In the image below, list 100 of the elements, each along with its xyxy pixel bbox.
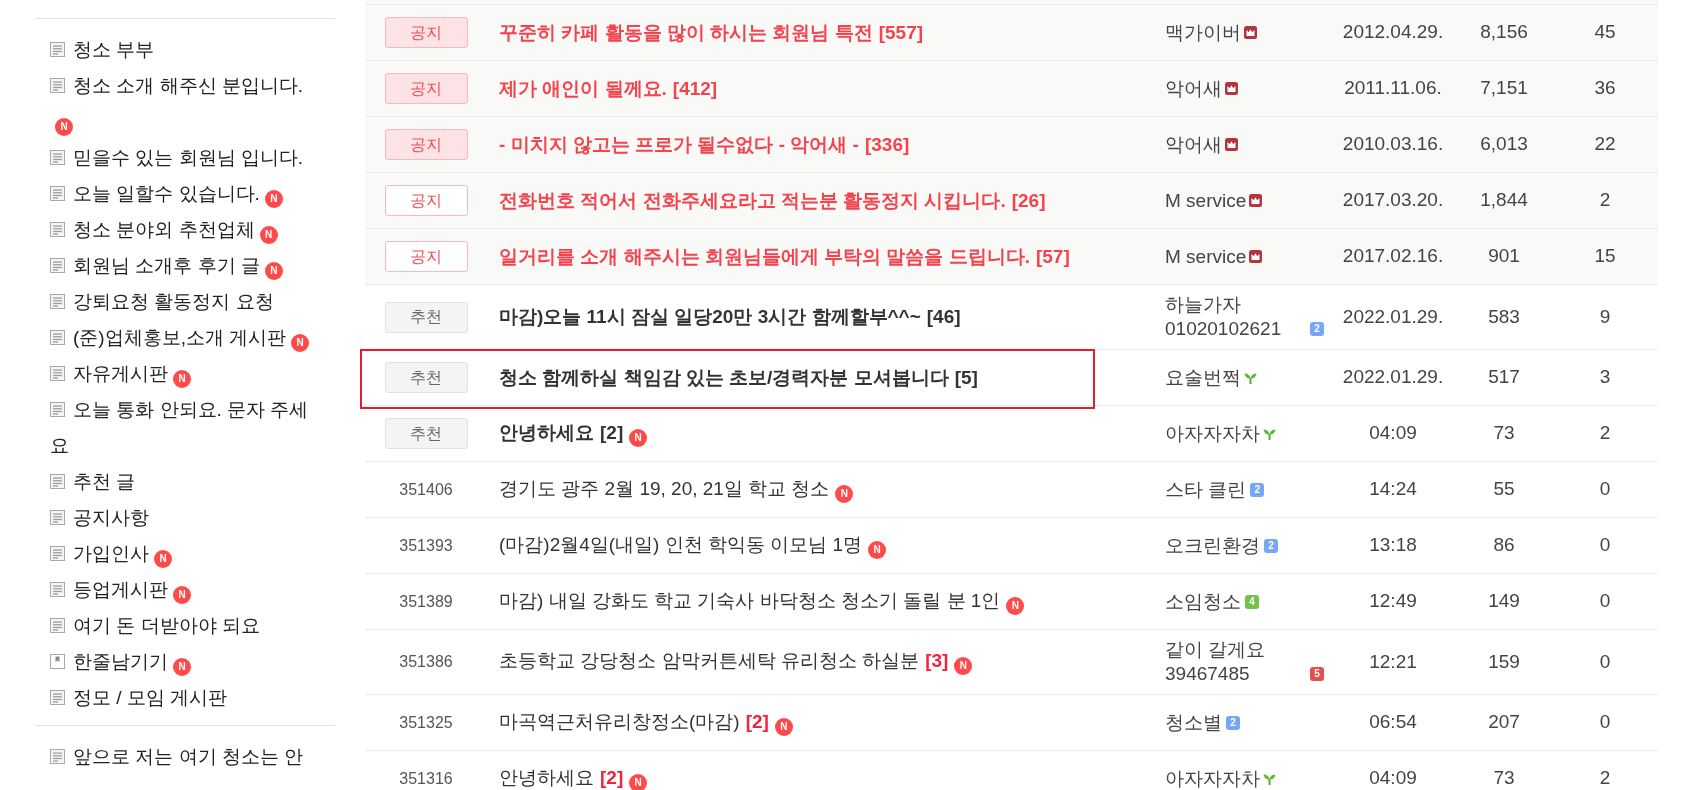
recommend-tag: 추천 [384,362,468,393]
document-icon [50,78,65,93]
post-date: 2010.03.16. [1342,133,1444,155]
author-name[interactable]: 청소별 [1165,710,1222,735]
board-link[interactable]: 믿을수 있는 회원님 입니다. [50,140,304,176]
notice-tag: 공지 [384,73,468,104]
document-icon [50,222,65,237]
post-date: 2017.02.16. [1342,245,1444,267]
board-link[interactable]: 청소 소개 해주신 분입니다. [50,68,304,104]
author-name[interactable]: 악어새 [1165,132,1222,157]
like-count: 2 [1599,189,1611,211]
new-badge: N [264,190,283,208]
board-link[interactable]: 여기 돈 더받아야 되요 [50,608,260,644]
new-badge: N [173,370,191,388]
new-badge: N [291,334,310,352]
board-link[interactable]: 자유게시판 [50,356,168,392]
sprout-icon [1263,772,1276,785]
document-icon [50,150,65,165]
post-date: 06:54 [1369,711,1417,733]
author-name[interactable]: 요술번쩍 [1165,365,1241,390]
board-link[interactable]: 한줄남기기 [50,644,168,680]
board-link[interactable]: 청소 부부 [50,32,155,68]
grade-badge: 5 [1310,667,1324,681]
comment-count[interactable]: [46] [926,306,961,327]
post-title[interactable]: 청소 함께하실 책임감 있는 초보/경력자분 모셔봅니다 [499,366,949,388]
new-badge: N [629,428,648,447]
view-count: 73 [1493,422,1515,444]
author-name[interactable]: 소임청소 [1165,589,1241,614]
crown-icon [1225,81,1238,95]
author-name[interactable]: 오크린환경 [1165,533,1260,558]
board-link[interactable]: 가입인사 [50,536,149,572]
view-count: 149 [1488,590,1520,612]
author-name[interactable]: 스타 클린 [1165,477,1247,502]
post-date: 04:09 [1369,422,1417,444]
like-count: 0 [1599,534,1611,556]
board-link[interactable]: 추천 글 [50,464,136,500]
view-count: 55 [1493,478,1515,500]
post-title[interactable]: 경기도 광주 2월 19, 20, 21일 학교 청소 [499,477,830,499]
post-date: 2017.03.20. [1342,189,1444,211]
board-link[interactable]: (준)업체홍보,소개 게시판 [50,320,287,356]
post-title[interactable]: 초등학교 강당청소 암막커튼세탁 유리청소 하실분 [499,650,920,671]
like-count: 2 [1599,767,1611,789]
post-date: 2012.04.29. [1342,21,1444,43]
notice-tag: 공지 [384,129,468,160]
document-icon [50,690,65,705]
post-number: 351406 [399,479,453,500]
author-name[interactable]: 아자자자차 [1165,766,1260,790]
view-count: 7,151 [1480,77,1528,99]
board-link[interactable]: 강퇴요청 활동정지 요청 [50,284,274,320]
board-link[interactable]: 회원님 소개후 후기 글 [50,248,260,284]
post-title[interactable]: 안녕하세요 [499,766,594,788]
document-icon [50,618,65,633]
view-count: 86 [1493,534,1515,556]
document-icon [50,258,65,273]
board-link[interactable]: 등업게시판 [50,572,168,608]
recommend-tag: 추천 [384,301,468,333]
comment-count[interactable]: [5] [954,366,978,388]
author-name[interactable]: 하늘가자 01020102621 [1165,293,1306,341]
board-link[interactable]: 앞으로 저는 여기 청소는 안 [50,739,304,775]
view-count: 159 [1488,650,1520,672]
like-count: 0 [1599,590,1611,612]
author-name[interactable]: M service [1165,244,1247,269]
post-title[interactable]: 마감)오늘 11시 잠실 일당20만 3시간 함께할부^^~ [499,306,921,327]
sprout-icon [1263,427,1276,440]
author-name[interactable]: 아자자자차 [1165,421,1260,446]
post-title[interactable]: 마감) 내일 강화도 학교 기숙사 바닥청소 청소기 돌릴 분 1인 [499,589,1001,611]
comment-count[interactable]: [2] [600,421,624,443]
view-count: 73 [1493,767,1515,789]
post-number: 351393 [399,535,453,556]
post-title[interactable]: 안녕하세요 [499,421,594,443]
document-icon [50,294,65,309]
view-count: 8,156 [1480,21,1528,43]
author-name[interactable]: M service [1165,188,1247,213]
grade-badge: 2 [1250,482,1265,497]
board-link[interactable]: 정모 / 모임 게시판 [50,680,228,716]
like-count: 0 [1599,711,1611,733]
document-icon [50,186,65,201]
board-link[interactable]: 오늘 일할수 있습니다. [50,176,260,212]
board-link[interactable]: 오늘 통화 안되요. 문자 주세요 [50,392,320,464]
post-number: 351386 [399,652,453,672]
post-title[interactable]: 마곡역근처유리창정소(마감) [499,710,740,732]
author-name[interactable]: 같이 갈게요 39467485 [1165,638,1306,686]
like-count: 45 [1594,21,1616,43]
new-badge: N [55,118,73,136]
document-icon [50,474,65,489]
new-badge: N [1006,596,1025,615]
notice-tag: 공지 [384,17,468,48]
board-link[interactable]: 청소 분야외 추천업체 [50,212,255,248]
like-count: 0 [1599,478,1611,500]
post-title[interactable]: (마감)2월4일(내일) 인천 학익동 이모님 1명 [499,533,863,555]
comment-count[interactable]: [3] [925,650,949,671]
post-number: 351325 [399,712,453,733]
comment-count[interactable]: [2] [600,766,624,788]
new-badge: N [173,586,191,604]
author-name[interactable]: 악어새 [1165,76,1222,101]
post-date: 12:21 [1369,650,1417,672]
new-badge: N [629,773,648,790]
board-link[interactable]: 공지사항 [50,500,149,536]
comment-count[interactable]: [2] [745,710,769,732]
author-name[interactable]: 맥가이버 [1165,20,1241,45]
